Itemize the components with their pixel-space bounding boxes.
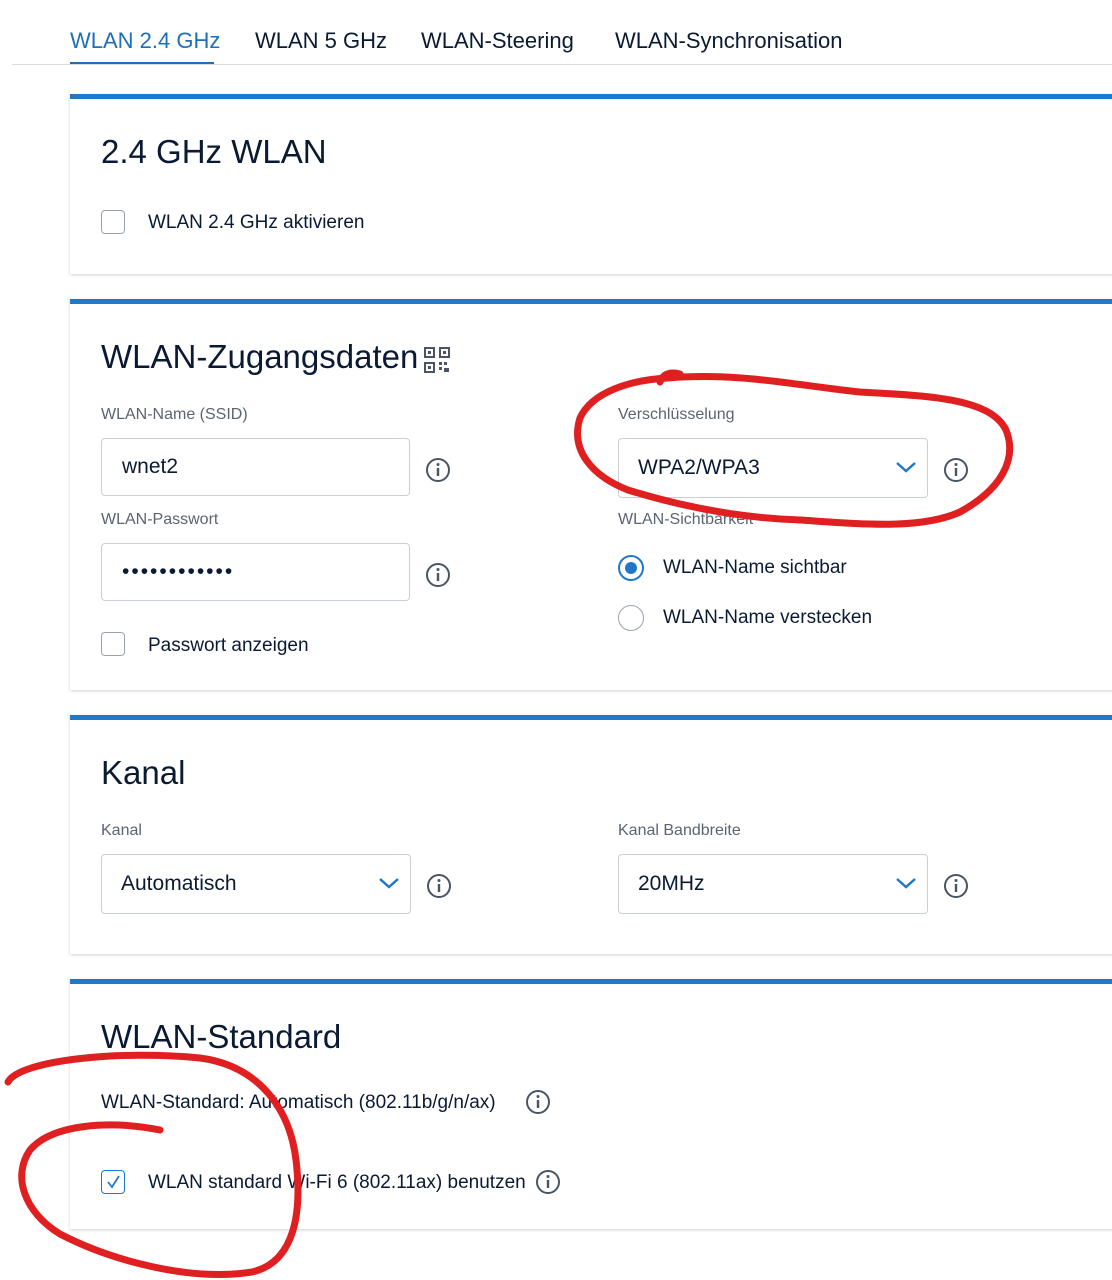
card-title-wlan-standard: WLAN-Standard	[101, 1018, 342, 1055]
qr-code-icon[interactable]	[424, 347, 450, 373]
chevron-down-icon	[379, 878, 399, 889]
visibility-hidden-label: WLAN-Name verstecken	[663, 607, 873, 628]
channel-info-icon[interactable]	[426, 873, 452, 899]
bandwidth-label: Kanal Bandbreite	[618, 822, 741, 839]
card-title-credentials: WLAN-Zugangsdaten	[101, 338, 419, 375]
visibility-visible-label: WLAN-Name sichtbar	[663, 557, 847, 578]
tab-wlan-5ghz[interactable]: WLAN 5 GHz	[255, 28, 387, 54]
channel-value: Automatisch	[121, 872, 237, 895]
show-password-label: Passwort anzeigen	[148, 635, 309, 656]
tab-wlan-synchronisation[interactable]: WLAN-Synchronisation	[615, 28, 842, 54]
wlan-settings-page: WLAN 2.4 GHz WLAN 5 GHz WLAN-Steering WL…	[0, 0, 1112, 1280]
bandwidth-info-icon[interactable]	[943, 873, 969, 899]
activate-wlan-label: WLAN 2.4 GHz aktivieren	[148, 212, 365, 233]
encryption-info-icon[interactable]	[943, 457, 969, 483]
encryption-select[interactable]: WPA2/WPA3	[618, 438, 928, 498]
card-title-2-4ghz-wlan: 2.4 GHz WLAN	[101, 133, 327, 170]
wlan-standard-text: WLAN-Standard: Automatisch (802.11b/g/n/…	[101, 1092, 496, 1113]
ssid-input[interactable]: wnet2	[101, 438, 410, 496]
checkmark-icon	[107, 1175, 120, 1189]
ssid-label: WLAN-Name (SSID)	[101, 406, 248, 423]
wifi6-checkbox[interactable]	[101, 1170, 125, 1194]
encryption-value: WPA2/WPA3	[638, 456, 760, 479]
password-input[interactable]: ••••••••••••	[101, 543, 410, 601]
show-password-checkbox[interactable]	[101, 632, 125, 656]
tab-bar: WLAN 2.4 GHz WLAN 5 GHz WLAN-Steering WL…	[12, 0, 1112, 65]
chevron-down-icon	[896, 878, 916, 889]
bandwidth-value: 20MHz	[638, 872, 705, 895]
wifi6-label: WLAN standard Wi-Fi 6 (802.11ax) benutze…	[148, 1172, 526, 1193]
wlan-standard-info-icon[interactable]	[525, 1089, 551, 1115]
tab-wlan-steering[interactable]: WLAN-Steering	[421, 28, 574, 54]
wlan-credentials-card: WLAN-Zugangsdaten WLAN-Name (SSID) wnet2…	[70, 299, 1112, 690]
channel-card: Kanal Kanal Automatisch Kanal Bandbreite…	[70, 715, 1112, 954]
channel-label: Kanal	[101, 822, 142, 839]
activate-wlan-checkbox[interactable]	[101, 210, 125, 234]
password-info-icon[interactable]	[425, 562, 451, 588]
visibility-hidden-radio[interactable]	[618, 605, 644, 631]
bandwidth-select[interactable]: 20MHz	[618, 854, 928, 914]
ssid-info-icon[interactable]	[425, 457, 451, 483]
wlan-activation-card: 2.4 GHz WLAN WLAN 2.4 GHz aktivieren	[70, 94, 1112, 274]
active-tab-indicator	[70, 62, 214, 64]
password-label: WLAN-Passwort	[101, 511, 219, 528]
encryption-label: Verschlüsselung	[618, 406, 735, 423]
visibility-label: WLAN-Sichtbarkeit	[618, 511, 754, 528]
channel-select[interactable]: Automatisch	[101, 854, 411, 914]
tab-wlan-2-4ghz[interactable]: WLAN 2.4 GHz	[70, 28, 220, 54]
chevron-down-icon	[896, 462, 916, 473]
visibility-visible-radio[interactable]	[618, 555, 644, 581]
card-title-channel: Kanal	[101, 754, 186, 791]
wifi6-info-icon[interactable]	[535, 1169, 561, 1195]
wlan-standard-card: WLAN-Standard WLAN-Standard: Automatisch…	[70, 979, 1112, 1229]
